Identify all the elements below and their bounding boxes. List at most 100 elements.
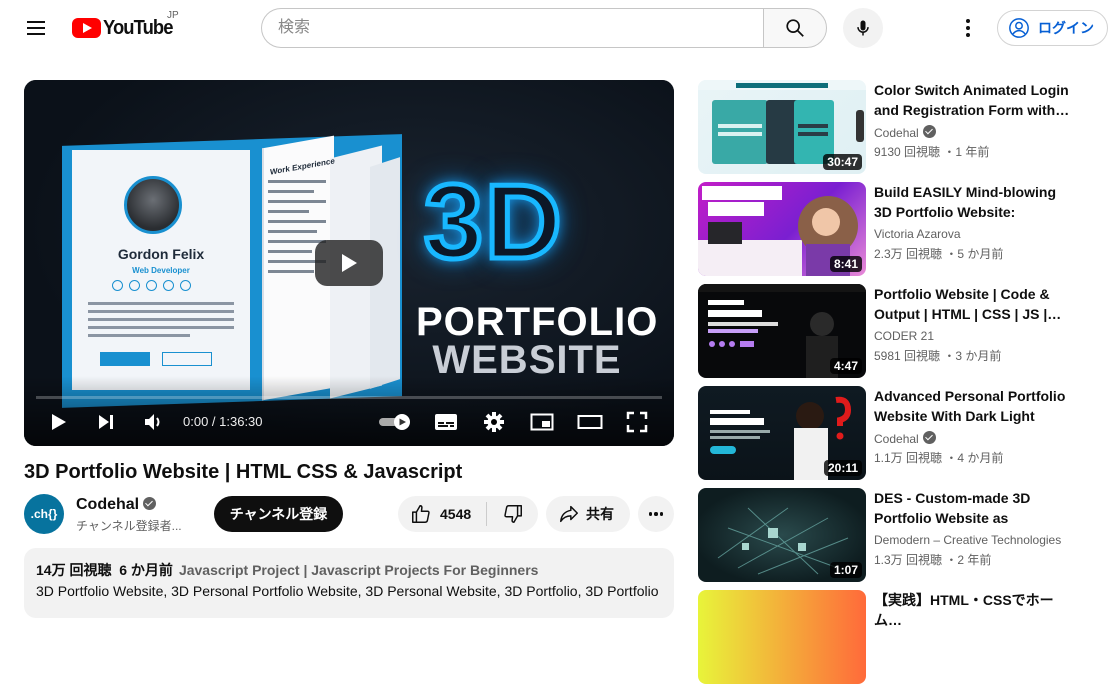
video-meta: 1.1万 回視聴 ・4 か月前 (874, 451, 1004, 465)
owner-row: .ch{} Codehal チャンネル登録者... チャンネル登録 4548 共… (24, 494, 674, 534)
autoplay-toggle-icon (379, 414, 410, 430)
volume-icon (145, 414, 160, 430)
play-button[interactable] (46, 410, 70, 434)
mute-button[interactable] (141, 410, 165, 434)
recommended-video[interactable]: 4:47 Portfolio Website | Code & Output |… (698, 284, 1098, 378)
more-horiz-icon (648, 512, 653, 516)
video-title[interactable]: DES - Custom-made 3D Portfolio Website a… (874, 488, 1074, 528)
description-text: 3D Portfolio Website, 3D Personal Portfo… (36, 583, 659, 599)
channel-avatar[interactable]: .ch{} (24, 494, 64, 534)
description-box[interactable]: 14万 回視聴 6 か月前 Javascript Project | Javasc… (24, 548, 674, 618)
video-thumbnail[interactable]: 8:41 (698, 182, 866, 276)
video-thumbnail[interactable]: 30:47 (698, 80, 866, 174)
video-meta: 1.3万 回視聴 ・2 年前 (874, 553, 992, 567)
autoplay-toggle[interactable] (378, 410, 412, 434)
masthead: YouTube JP ログイン (0, 0, 1109, 56)
video-thumbnail[interactable] (698, 590, 866, 684)
video-player[interactable]: Gordon Felix Web Developer Work Experien… (24, 80, 674, 446)
upload-age: 6 か月前 (119, 562, 173, 578)
description-tags[interactable]: Javascript Project | Javascript Projects… (179, 562, 539, 578)
skip-next-icon (99, 415, 113, 429)
video-title[interactable]: Build EASILY Mind-blowing 3D Portfolio W… (874, 182, 1074, 222)
time-display: 0:00 / 1:36:30 (183, 414, 263, 429)
video-thumbnail[interactable]: 20:11 (698, 386, 866, 480)
channel-name[interactable]: CODER 21 (874, 329, 934, 343)
dislike-button[interactable] (487, 496, 538, 532)
bio-text-lines (88, 302, 234, 342)
next-button[interactable] (94, 410, 118, 434)
channel-name-link[interactable]: Codehal (76, 496, 157, 514)
microphone-icon (857, 20, 869, 36)
video-title: 3D Portfolio Website | HTML CSS & Javasc… (24, 461, 463, 483)
video-duration: 1:07 (829, 562, 862, 578)
video-title[interactable]: Color Switch Animated Login and Registra… (874, 80, 1074, 120)
subscriber-count: チャンネル登録者... (76, 519, 182, 533)
thumbnail-profile-role: Web Developer (132, 266, 190, 275)
voice-search-button[interactable] (843, 8, 883, 48)
video-thumbnail[interactable]: 1:07 (698, 488, 866, 582)
more-vert-icon (966, 19, 970, 23)
share-label: 共有 (586, 506, 614, 522)
video-meta: 5981 回視聴 ・3 か月前 (874, 349, 1002, 363)
verified-badge-icon (922, 431, 936, 444)
channel-name[interactable]: Victoria Azarova (874, 227, 961, 241)
social-icons (112, 280, 191, 291)
profile-photo (124, 176, 182, 234)
recommended-video[interactable]: 30:47 Color Switch Animated Login and Re… (698, 80, 1098, 174)
menu-icon (27, 21, 45, 23)
thumbs-up-icon (412, 505, 430, 523)
large-play-button[interactable] (315, 240, 383, 286)
search-input[interactable] (261, 8, 763, 48)
recommended-video[interactable]: 1:07 DES - Custom-made 3D Portfolio Webs… (698, 488, 1098, 582)
signin-button[interactable]: ログイン (997, 10, 1108, 46)
video-duration: 8:41 (829, 256, 862, 272)
miniplayer-icon (530, 413, 554, 431)
region-code: JP (167, 10, 179, 21)
progress-bar[interactable] (36, 396, 662, 399)
subtitles-button[interactable] (433, 410, 459, 434)
more-actions-button[interactable] (638, 496, 674, 532)
video-title[interactable]: Portfolio Website | Code & Output | HTML… (874, 284, 1074, 324)
video-duration: 30:47 (823, 154, 862, 170)
contact-graphic (162, 352, 212, 366)
account-circle-icon (1009, 18, 1029, 38)
video-duration: 20:11 (823, 460, 862, 476)
play-icon (52, 414, 66, 430)
thumbnail-headline: 3D (422, 161, 565, 284)
video-meta: 9130 回視聴 ・1 年前 (874, 145, 990, 159)
download-cv-graphic (100, 352, 150, 366)
theater-mode-icon (577, 415, 603, 429)
recommended-video[interactable]: 【実践】HTML・CSSでホーム… (698, 590, 1098, 684)
verified-badge-icon (922, 125, 936, 138)
youtube-logo[interactable]: YouTube (72, 14, 179, 42)
search-bar (261, 8, 827, 48)
gear-icon (484, 412, 504, 432)
guide-menu-button[interactable] (20, 12, 52, 44)
settings-more-button[interactable] (952, 12, 984, 44)
miniplayer-button[interactable] (529, 410, 555, 434)
youtube-play-icon (72, 18, 101, 38)
video-title[interactable]: Advanced Personal Portfolio Website With… (874, 386, 1074, 426)
video-thumbnail[interactable]: 4:47 (698, 284, 866, 378)
channel-name[interactable]: Demodern – Creative Technologies (874, 533, 1061, 547)
like-button[interactable]: 4548 (398, 496, 486, 532)
view-count: 14万 回視聴 (36, 562, 112, 578)
fullscreen-button[interactable] (625, 410, 649, 434)
channel-name[interactable]: Codehal (874, 125, 936, 140)
channel-name[interactable]: Codehal (874, 431, 936, 446)
recommended-video[interactable]: 8:41 Build EASILY Mind-blowing 3D Portfo… (698, 182, 1098, 276)
description-info: 14万 回視聴 6 か月前 Javascript Project | Javasc… (36, 560, 662, 580)
settings-button[interactable] (481, 410, 507, 434)
video-title[interactable]: 【実践】HTML・CSSでホーム… (874, 590, 1074, 630)
subtitles-icon (435, 414, 457, 430)
subscribe-button[interactable]: チャンネル登録 (214, 496, 343, 532)
search-button[interactable] (763, 8, 827, 48)
theater-mode-button[interactable] (577, 410, 603, 434)
fullscreen-icon (626, 411, 648, 433)
recommended-video[interactable]: 20:11 Advanced Personal Portfolio Websit… (698, 386, 1098, 480)
share-icon (560, 505, 578, 523)
search-icon (786, 19, 804, 37)
verified-badge-icon (143, 497, 157, 510)
channel-name: Codehal (76, 496, 140, 513)
share-button[interactable]: 共有 (546, 496, 630, 532)
